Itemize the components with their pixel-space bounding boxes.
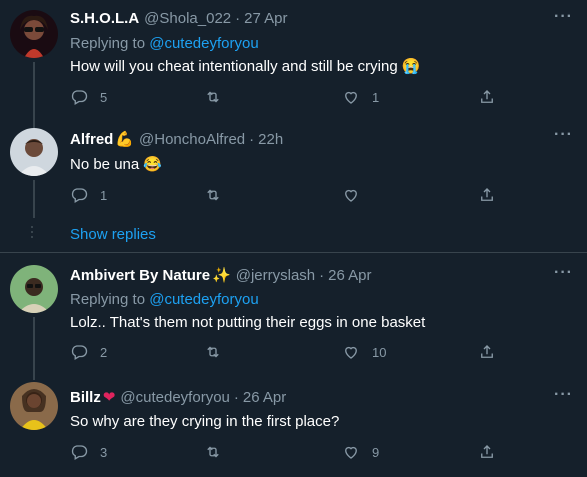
- avatar[interactable]: [10, 382, 58, 430]
- reply-icon: [71, 445, 88, 460]
- heart-icon: [345, 91, 357, 104]
- retweet-icon: [207, 91, 219, 103]
- separator-dot: ·: [249, 130, 255, 148]
- display-name[interactable]: Billz: [70, 389, 101, 406]
- retweet-button[interactable]: [204, 343, 234, 361]
- handle[interactable]: @jerryslash: [236, 267, 315, 284]
- tweet-actions: 3 9: [70, 443, 510, 463]
- like-button[interactable]: 10: [342, 343, 386, 361]
- tweet[interactable]: Ambivert By Nature ✨ @jerryslash · 26 Apr…: [0, 253, 587, 370]
- timestamp[interactable]: 26 Apr: [243, 389, 286, 406]
- reply-count: 1: [100, 187, 108, 203]
- like-button[interactable]: [342, 186, 372, 204]
- tweet-text: No be una 😂: [70, 156, 163, 173]
- tweet[interactable]: Alfred 💪 @HonchoAlfred · 22h ··· No be un…: [0, 118, 587, 218]
- flexed-biceps-emoji: 💪: [115, 131, 135, 148]
- tweet-actions: 1: [70, 186, 510, 206]
- separator-dot: ·: [235, 10, 241, 27]
- heart-icon: [345, 189, 357, 202]
- replying-to-mention[interactable]: @cutedeyforyou: [149, 291, 258, 308]
- handle[interactable]: @cutedeyforyou: [120, 389, 229, 406]
- handle[interactable]: @HonchoAlfred: [139, 131, 245, 148]
- thread-line: [33, 317, 35, 370]
- reply-button[interactable]: 3: [70, 443, 107, 461]
- tweet-header: S.H.O.L.A @Shola_022 · 27 Apr: [70, 10, 288, 27]
- tweet-header: Ambivert By Nature ✨ @jerryslash · 26 Apr: [70, 266, 372, 285]
- timestamp[interactable]: 26 Apr: [328, 267, 371, 284]
- replying-to-prefix: Replying to: [70, 291, 150, 308]
- share-icon: [481, 188, 493, 201]
- heart-icon: [345, 446, 357, 459]
- display-name[interactable]: Ambivert By Nature: [70, 267, 210, 284]
- tweet-text: So why are they crying in the first plac…: [70, 413, 340, 430]
- heart-icon: [345, 346, 357, 359]
- share-button[interactable]: [478, 186, 496, 204]
- share-icon: [481, 345, 493, 358]
- reply-button[interactable]: 5: [70, 88, 107, 106]
- separator-dot: ·: [319, 266, 325, 284]
- sparkles-emoji: ✨: [212, 267, 231, 284]
- red-heart-emoji: ❤: [102, 389, 116, 406]
- reply-icon: [71, 345, 88, 360]
- display-name[interactable]: S.H.O.L.A: [70, 10, 139, 27]
- reply-count: 5: [100, 89, 108, 105]
- like-count: 1: [372, 89, 380, 105]
- avatar[interactable]: [10, 10, 58, 58]
- timestamp[interactable]: 22h: [258, 131, 283, 148]
- tweet-header: Billz ❤ @cutedeyforyou · 26 Apr: [70, 388, 286, 407]
- tweet-header: Alfred 💪 @HonchoAlfred · 22h: [70, 130, 283, 149]
- retweet-icon: [207, 189, 219, 201]
- share-button[interactable]: [478, 343, 496, 361]
- more-options-icon[interactable]: ···: [554, 126, 573, 144]
- retweet-icon: [207, 346, 219, 358]
- more-options-icon[interactable]: ···: [554, 8, 573, 26]
- reply-button[interactable]: 2: [70, 343, 107, 361]
- like-count: 9: [372, 444, 380, 460]
- reply-button[interactable]: 1: [70, 186, 107, 204]
- more-options-icon[interactable]: ···: [554, 264, 573, 282]
- thread-line: [33, 118, 35, 128]
- replying-to-mention[interactable]: @cutedeyforyou: [149, 35, 258, 52]
- tweet-text: How will you cheat intentionally and sti…: [70, 58, 421, 75]
- replying-to: Replying to @cutedeyforyou: [70, 291, 259, 308]
- reply-count: 2: [100, 344, 108, 360]
- thread-line: [33, 180, 35, 218]
- like-button[interactable]: 9: [342, 443, 379, 461]
- show-replies-link[interactable]: Show replies: [70, 226, 156, 243]
- tweet[interactable]: S.H.O.L.A @Shola_022 · 27 Apr ··· Replyi…: [0, 0, 587, 118]
- share-button[interactable]: [478, 443, 496, 461]
- tweet-actions: 2 10: [70, 343, 510, 363]
- retweet-button[interactable]: [204, 443, 234, 461]
- retweet-button[interactable]: [204, 186, 234, 204]
- thread-continuation-dots: [30, 226, 34, 241]
- tweet-actions: 5 1: [70, 88, 510, 108]
- avatar[interactable]: [10, 128, 58, 176]
- timestamp[interactable]: 27 Apr: [244, 10, 287, 27]
- display-name[interactable]: Alfred: [70, 131, 113, 148]
- retweet-icon: [207, 446, 219, 458]
- reply-icon: [71, 188, 88, 203]
- replying-to-prefix: Replying to: [70, 35, 150, 52]
- share-icon: [481, 445, 493, 458]
- replying-to: Replying to @cutedeyforyou: [70, 35, 259, 52]
- tweet[interactable]: Billz ❤ @cutedeyforyou · 26 Apr ··· So wh…: [0, 370, 587, 477]
- like-count: 10: [372, 344, 387, 360]
- like-button[interactable]: 1: [342, 88, 379, 106]
- more-options-icon[interactable]: ···: [554, 386, 573, 404]
- retweet-button[interactable]: [204, 88, 234, 106]
- handle[interactable]: @Shola_022: [144, 10, 231, 27]
- avatar[interactable]: [10, 265, 58, 313]
- thread-line: [33, 62, 35, 118]
- separator-dot: ·: [233, 388, 239, 406]
- reply-count: 3: [100, 444, 108, 460]
- tweet-text: Lolz.. That's them not putting their egg…: [70, 314, 426, 331]
- thread-line: [33, 370, 35, 380]
- share-icon: [481, 90, 493, 103]
- reply-icon: [71, 90, 88, 105]
- share-button[interactable]: [478, 88, 496, 106]
